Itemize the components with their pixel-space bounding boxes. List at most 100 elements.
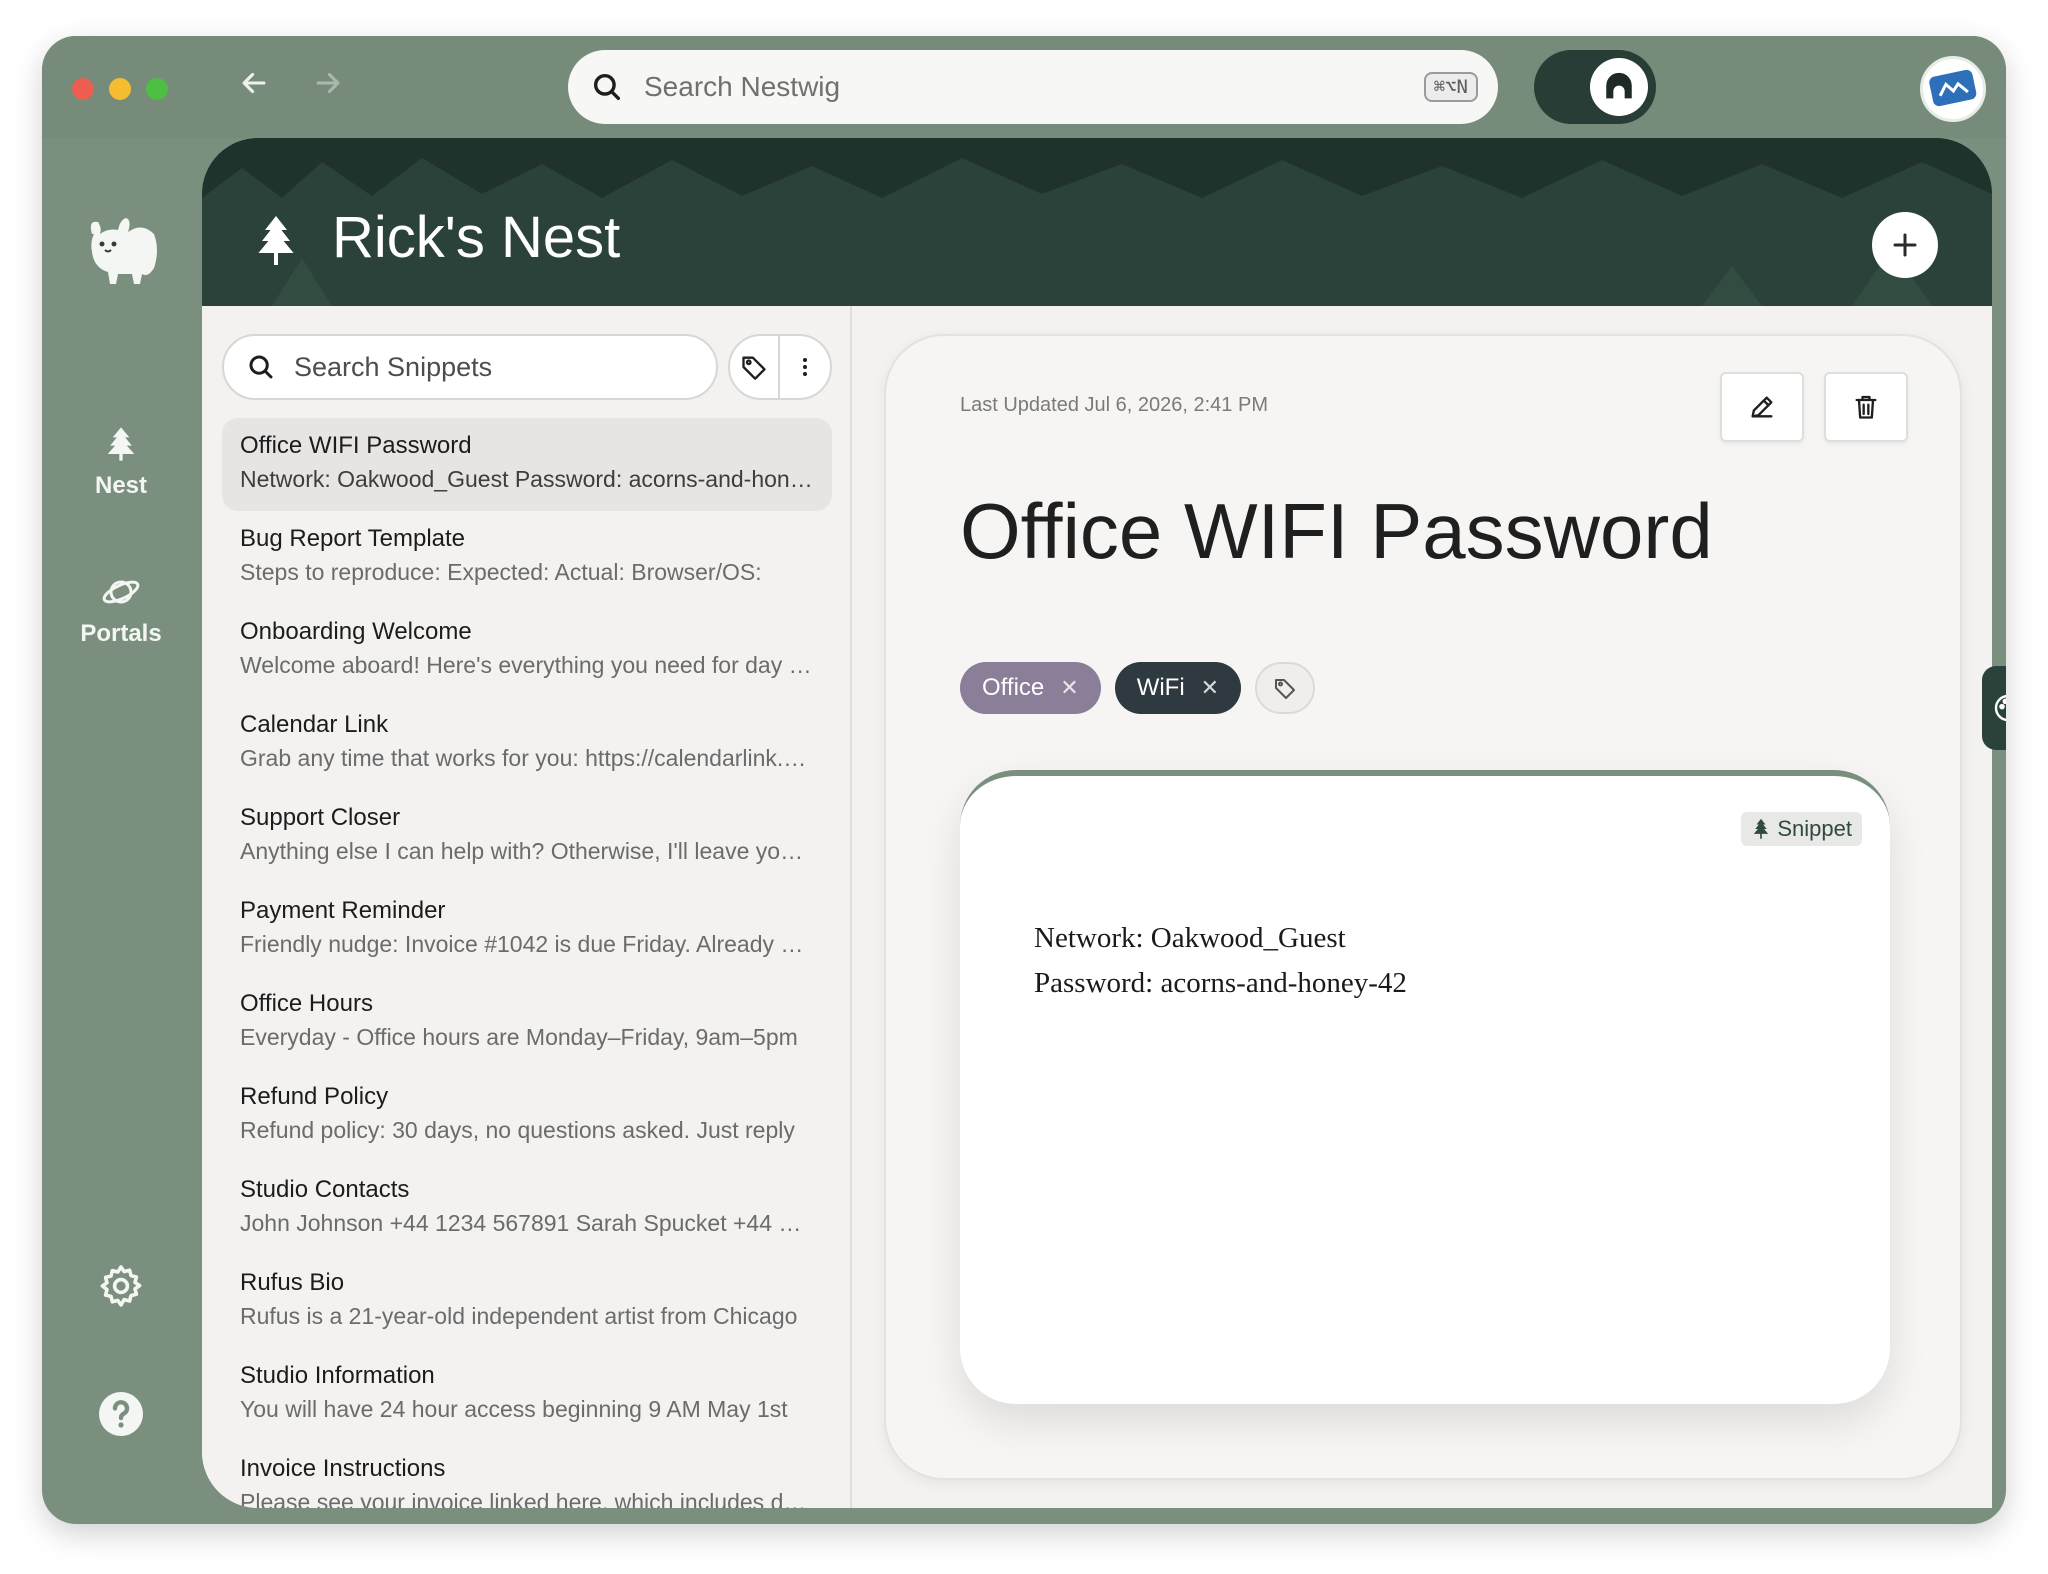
rail-item-label: Nest [94, 472, 148, 499]
remove-tag-icon[interactable]: ✕ [1060, 675, 1078, 701]
last-updated-text: Last Updated Jul 6, 2026, 2:41 PM [960, 394, 1268, 416]
snippet-title: Refund Policy [240, 1083, 389, 1110]
tag-icon [1275, 679, 1296, 699]
avatar-logo-icon [1929, 69, 1977, 107]
tag-label: WiFi [1136, 674, 1185, 701]
snippet-list-panel: Search Snippets Office WIFI Password Net… [202, 306, 852, 1508]
forward-button[interactable] [306, 66, 350, 110]
snippet-search-input[interactable]: Search Snippets [222, 334, 718, 400]
snippet-list: Office WIFI Password Network: Oakwood_Gu… [222, 418, 832, 1508]
badge-label: Snippet [1777, 816, 1852, 841]
app-window: Search Nestwig ⌘⌥N Nest Portals Rick's N… [42, 36, 2006, 1524]
snippet-title: Support Closer [240, 804, 401, 831]
snippet-type-badge: Snippet [1741, 812, 1862, 846]
tree-icon [1754, 818, 1769, 839]
help-icon[interactable] [97, 1390, 145, 1438]
remove-tag-icon[interactable]: ✕ [1201, 675, 1219, 701]
snippet-body-line: Password: acorns-and-honey-42 [1034, 967, 1407, 999]
snippet-list-tools [728, 334, 832, 400]
snippet-detail-title: Office WIFI Password [960, 487, 1713, 575]
list-item[interactable]: Refund Policy Refund policy: 30 days, no… [222, 1069, 832, 1162]
global-search-placeholder: Search Nestwig [644, 71, 841, 102]
snippet-preview: Welcome aboard! Here's everything you ne… [240, 652, 814, 678]
list-item[interactable]: Studio Information You will have 24 hour… [222, 1348, 832, 1441]
rail-item-label: Portals [80, 620, 162, 647]
list-item[interactable]: Support Closer Anything else I can help … [222, 790, 832, 883]
nest-title: Rick's Nest [332, 205, 621, 270]
snippet-preview: John Johnson +44 1234 567891 Sarah Spuck… [240, 1210, 814, 1236]
snippet-preview: Friendly nudge: Invoice #1042 is due Fri… [240, 931, 814, 957]
theme-palette-tab[interactable] [1982, 666, 2006, 750]
more-vertical-icon [803, 358, 807, 376]
add-snippet-button[interactable] [1872, 212, 1938, 278]
snippet-body-line: Network: Oakwood_Guest [1034, 922, 1346, 954]
list-item[interactable]: Calendar Link Grab any time that works f… [222, 697, 832, 790]
list-item[interactable]: Studio Contacts John Johnson +44 1234 56… [222, 1162, 832, 1255]
tag-icon [742, 356, 766, 380]
title-bar: Search Nestwig ⌘⌥N [42, 36, 2006, 138]
list-item-selected[interactable]: Office WIFI Password Network: Oakwood_Gu… [222, 418, 832, 511]
search-icon [249, 355, 273, 379]
snippet-preview: Please see your invoice linked here, whi… [240, 1489, 814, 1508]
snippet-title: Invoice Instructions [240, 1455, 446, 1482]
tag-label: Office [982, 674, 1045, 701]
snippet-preview: Grab any time that works for you: https:… [240, 745, 814, 771]
toggle-knob [1590, 58, 1648, 116]
tree-icon [107, 427, 135, 461]
left-rail: Nest Portals [42, 138, 200, 1524]
snippet-preview: Rufus is a 21-year-old independent artis… [240, 1303, 798, 1329]
tree-icon [258, 216, 294, 265]
add-tag-button[interactable] [1255, 662, 1316, 714]
list-item[interactable]: Bug Report Template Steps to reproduce: … [222, 511, 832, 604]
snippet-preview: Anything else I can help with? Otherwise… [240, 838, 814, 864]
main-area: Rick's Nest Search Snippets Office WIFI … [202, 138, 1992, 1508]
snippet-title: Office Hours [240, 990, 373, 1017]
tag-office[interactable]: Office ✕ [960, 662, 1101, 714]
edit-button[interactable] [1720, 372, 1804, 442]
snippet-preview: Refund policy: 30 days, no questions ask… [240, 1117, 795, 1143]
global-search-input[interactable]: Search Nestwig ⌘⌥N [568, 50, 1498, 124]
planet-icon [102, 580, 140, 604]
nest-home-icon [1606, 72, 1632, 99]
list-item[interactable]: Rufus Bio Rufus is a 21-year-old indepen… [222, 1255, 832, 1348]
list-item[interactable]: Onboarding Welcome Welcome aboard! Here'… [222, 604, 832, 697]
palette-icon [1994, 695, 2006, 721]
pencil-icon [1751, 396, 1773, 418]
search-shortcut-badge: ⌘⌥N [1423, 72, 1478, 102]
rail-item-nest[interactable]: Nest [42, 424, 200, 500]
home-mode-toggle[interactable] [1534, 50, 1656, 124]
search-icon [593, 73, 621, 101]
tag-wifi[interactable]: WiFi ✕ [1114, 662, 1242, 714]
snippet-preview: Steps to reproduce: Expected: Actual: Br… [240, 559, 762, 585]
snippet-title: Onboarding Welcome [240, 618, 472, 645]
arrow-left-icon [242, 72, 266, 94]
snippet-title: Office WIFI Password [240, 432, 472, 459]
list-item[interactable]: Payment Reminder Friendly nudge: Invoice… [222, 883, 832, 976]
rail-item-portals[interactable]: Portals [42, 572, 200, 648]
snippet-body: Network: Oakwood_Guest Password: acorns-… [1034, 916, 1407, 1006]
zoom-window-button[interactable] [146, 78, 168, 100]
snippet-detail-panel: Last Updated Jul 6, 2026, 2:41 PM Office… [884, 334, 1962, 1480]
list-item[interactable]: Invoice Instructions Please see your inv… [222, 1441, 832, 1508]
more-options-button[interactable] [780, 336, 830, 398]
snippet-title: Studio Contacts [240, 1176, 410, 1203]
snippet-title: Rufus Bio [240, 1269, 345, 1296]
gear-icon[interactable] [97, 1262, 145, 1310]
trash-icon [1855, 395, 1877, 419]
snippet-title: Studio Information [240, 1362, 435, 1389]
minimize-window-button[interactable] [109, 78, 131, 100]
snippet-preview: You will have 24 hour access beginning 9… [240, 1396, 788, 1422]
nest-header: Rick's Nest [202, 138, 1992, 306]
tag-list: Office ✕ WiFi ✕ [960, 662, 1316, 714]
snippet-title: Calendar Link [240, 711, 389, 738]
user-avatar[interactable] [1920, 56, 1986, 122]
close-window-button[interactable] [72, 78, 94, 100]
snippet-content-card[interactable]: Snippet Network: Oakwood_Guest Password:… [960, 770, 1890, 1404]
back-button[interactable] [232, 66, 276, 110]
list-item[interactable]: Office Hours Everyday - Office hours are… [222, 976, 832, 1069]
mascot-logo-icon [90, 218, 157, 284]
tag-filter-button[interactable] [730, 336, 780, 398]
arrow-right-icon [316, 72, 340, 94]
delete-button[interactable] [1824, 372, 1908, 442]
snippet-preview: Network: Oakwood_Guest Password: acorns-… [240, 466, 814, 492]
